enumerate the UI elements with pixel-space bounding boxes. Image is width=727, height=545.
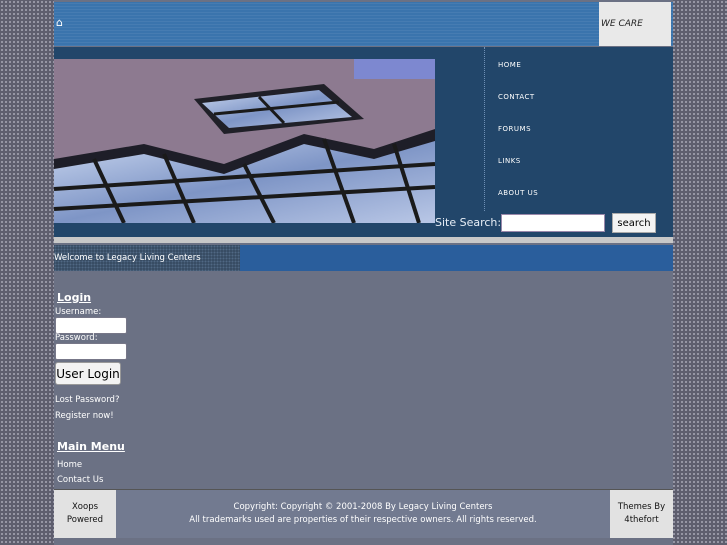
lost-password-link[interactable]: Lost Password? <box>55 395 119 405</box>
divider <box>54 237 673 243</box>
welcome-text: Welcome to Legacy Living Centers <box>54 245 240 271</box>
footer: Xoops Powered Copyright: Copyright © 200… <box>54 489 673 538</box>
username-label: Username: <box>55 307 102 317</box>
banner: HOME CONTACT FORUMS LINKS ABOUT US Site … <box>54 47 673 237</box>
menu-item-contact-us[interactable]: Contact Us <box>57 475 103 485</box>
site-search: Site Search: search <box>435 212 673 237</box>
search-input[interactable] <box>501 214 605 232</box>
footer-right-line2: 4thefort <box>624 515 659 525</box>
trademark-text: All trademarks used are properties of th… <box>189 515 537 525</box>
welcome-bar: Welcome to Legacy Living Centers <box>54 245 673 271</box>
footer-right-line1: Themes By <box>617 502 666 512</box>
menu-item-home[interactable]: Home <box>57 460 82 470</box>
copyright-text: Copyright: Copyright © 2001-2008 By Lega… <box>233 502 493 512</box>
footer-copyright: Copyright: Copyright © 2001-2008 By Lega… <box>116 490 610 538</box>
footer-left-line2: Powered <box>66 515 104 525</box>
password-label: Password: <box>55 333 98 343</box>
nav-home[interactable]: HOME <box>498 61 521 69</box>
xoops-powered-badge[interactable]: Xoops Powered <box>54 490 116 538</box>
user-login-button[interactable]: User Login <box>55 362 121 385</box>
register-link[interactable]: Register now! <box>55 411 114 421</box>
password-field[interactable] <box>55 343 127 360</box>
nav-contact[interactable]: CONTACT <box>498 93 535 101</box>
theme-credit-badge[interactable]: Themes By 4thefort <box>610 490 673 538</box>
footer-left-line1: Xoops <box>71 502 99 512</box>
banner-photo <box>54 59 435 223</box>
nav-forums[interactable]: FORUMS <box>498 125 531 133</box>
tagline: WE CARE <box>599 2 671 46</box>
username-field[interactable] <box>55 317 127 334</box>
search-button[interactable]: search <box>612 213 656 233</box>
main-navigation: HOME CONTACT FORUMS LINKS ABOUT US <box>484 47 674 211</box>
home-icon[interactable]: ⌂ <box>56 16 63 29</box>
search-label: Site Search: <box>435 216 502 229</box>
header-bar: ⌂ WE CARE <box>54 2 673 46</box>
page-container: ⌂ WE CARE HOME CONTACT FORUMS LINKS ABOU… <box>54 0 673 545</box>
login-title: Login <box>57 291 92 304</box>
nav-links[interactable]: LINKS <box>498 157 521 165</box>
skylight-image <box>54 59 435 223</box>
main-menu-title: Main Menu <box>57 440 125 453</box>
nav-about-us[interactable]: ABOUT US <box>498 189 538 197</box>
